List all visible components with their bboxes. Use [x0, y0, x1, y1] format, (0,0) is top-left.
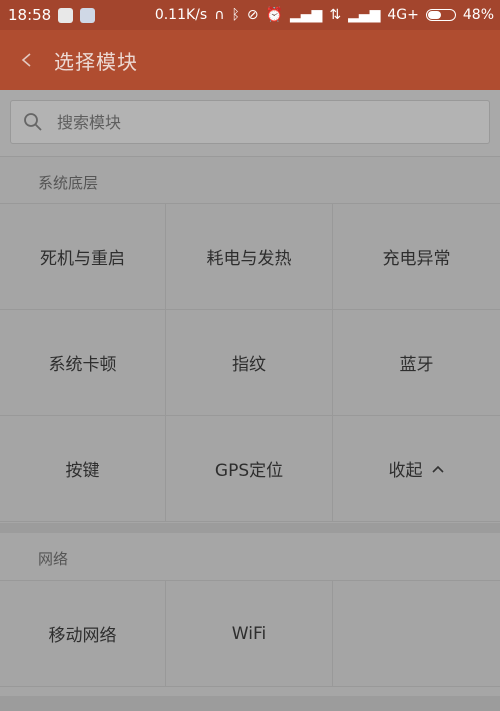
notification-app-icon: [58, 7, 74, 23]
search-input[interactable]: [55, 111, 459, 133]
signal-icon-2: ▂▄▆: [348, 7, 381, 23]
status-bar: 18:58 0.11K/s ∩ ᛒ ⊘ ⏰ ▂▄▆ ⇅ ▂▄▆ 4G+ 48%: [0, 0, 500, 30]
module-bluetooth[interactable]: 蓝牙: [333, 310, 500, 416]
notification-calendar-icon: [80, 7, 96, 23]
alarm-icon: ⏰: [265, 7, 284, 23]
collapse-label: 收起: [388, 461, 423, 481]
battery-icon: [425, 9, 456, 21]
bluetooth-icon: ᛒ: [231, 7, 240, 23]
signal-icon: ▂▄▆: [290, 7, 323, 23]
headphones-icon: ∩: [214, 7, 225, 23]
module-grid-system: 死机与重启 耗电与发热 充电异常 系统卡顿 指纹 蓝牙 按键 GPS定位 收起: [0, 203, 500, 522]
chevron-up-icon: [431, 465, 444, 473]
module-power-heat[interactable]: 耗电与发热: [166, 204, 333, 310]
network-type: 4G+: [387, 7, 419, 23]
collapse-button[interactable]: 收起: [333, 416, 500, 522]
module-system-lag[interactable]: 系统卡顿: [0, 310, 166, 416]
module-empty: [333, 581, 500, 687]
page-title: 选择模块: [54, 49, 138, 74]
battery-percent: 48%: [462, 7, 494, 23]
bottom-divider: [0, 696, 500, 711]
module-wifi[interactable]: WiFi: [166, 581, 333, 687]
search-icon: [24, 113, 42, 131]
module-grid-network: 移动网络 WiFi: [0, 580, 500, 687]
status-time: 18:58: [8, 6, 52, 24]
search-box[interactable]: [10, 100, 490, 144]
section-title-system: 系统底层: [38, 174, 99, 192]
module-fingerprint[interactable]: 指纹: [166, 310, 333, 416]
network-speed: 0.11K/s: [154, 7, 208, 23]
battery-fill: [427, 11, 442, 19]
module-crash-restart[interactable]: 死机与重启: [0, 204, 166, 310]
mute-icon: ⊘: [246, 7, 259, 23]
module-mobile-network[interactable]: 移动网络: [0, 581, 166, 687]
title-bar: 选择模块: [0, 30, 500, 90]
chevron-left-icon[interactable]: [20, 53, 34, 67]
search-container: [0, 90, 500, 157]
module-gps[interactable]: GPS定位: [166, 416, 333, 522]
data-arrows-icon: ⇅: [329, 7, 342, 23]
status-right-group: 0.11K/s ∩ ᛒ ⊘ ⏰ ▂▄▆ ⇅ ▂▄▆ 4G+ 48%: [155, 7, 494, 23]
section-divider: [0, 523, 500, 533]
section-title-network: 网络: [38, 550, 69, 568]
module-charging-issue[interactable]: 充电异常: [333, 204, 500, 310]
module-buttons[interactable]: 按键: [0, 416, 166, 522]
